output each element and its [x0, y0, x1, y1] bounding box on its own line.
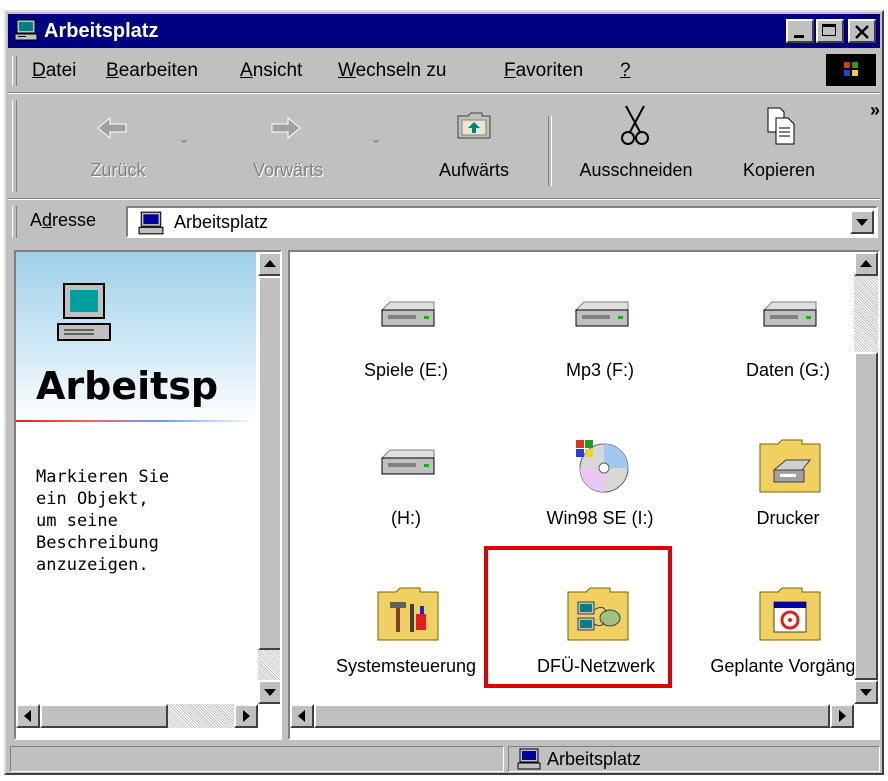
scissors-icon	[621, 105, 649, 145]
minimize-icon	[794, 35, 804, 38]
scroll-left-icon	[24, 710, 31, 722]
printer-folder-icon	[759, 439, 821, 493]
close-icon	[855, 25, 869, 39]
explorer-window: Arbeitsplatz Datei Bearbeiten Ansicht We…	[4, 10, 884, 775]
drive-icon	[380, 449, 435, 475]
separator	[8, 198, 880, 200]
scroll-down-icon	[860, 689, 872, 696]
windows-logo-icon	[826, 54, 876, 86]
address-label: Adresse	[30, 210, 97, 230]
back-button[interactable]: Zurück ⌄	[48, 102, 190, 190]
back-arrow-icon	[97, 116, 127, 140]
drive-icon	[574, 301, 629, 327]
scroll-left-button[interactable]	[16, 704, 40, 728]
scrollbar-thumb[interactable]	[258, 276, 280, 650]
menu-bearbeiten[interactable]: Bearbeiten	[106, 60, 198, 82]
maximize-button[interactable]	[816, 19, 844, 43]
my-computer-icon	[14, 19, 38, 41]
scroll-down-button[interactable]	[854, 680, 878, 704]
right-vertical-scrollbar[interactable]	[854, 252, 878, 704]
minimize-button[interactable]	[786, 19, 814, 43]
left-horizontal-scrollbar[interactable]	[16, 704, 258, 728]
forward-dropdown-icon: ⌄	[370, 130, 382, 146]
scroll-right-icon	[839, 710, 846, 722]
address-field[interactable]: Arbeitsplatz	[126, 206, 878, 238]
toolbar: Zurück ⌄ Vorwärts ⌄ Aufwärts Ausschneide…	[8, 94, 880, 198]
info-pane-title: Arbeitsp	[36, 364, 219, 408]
toolbar-grip[interactable]	[12, 100, 17, 192]
status-panel-main	[10, 746, 504, 772]
control-panel-folder-icon	[377, 587, 439, 641]
menu-bar: Datei Bearbeiten Ansicht Wechseln zu Fav…	[8, 52, 880, 90]
scroll-down-icon	[264, 689, 276, 696]
close-button[interactable]	[848, 19, 876, 43]
scroll-right-icon	[243, 710, 250, 722]
title-bar[interactable]: Arbeitsplatz	[8, 14, 880, 48]
status-panel-location: Arbeitsplatz	[508, 746, 880, 772]
status-location: Arbeitsplatz	[547, 749, 642, 769]
scroll-up-icon	[264, 260, 276, 267]
info-pane: Arbeitsp Markieren Sie ein Objekt, um se…	[14, 250, 282, 740]
content-area: Arbeitsp Markieren Sie ein Objekt, um se…	[8, 246, 880, 740]
toolbar-separator	[548, 116, 552, 186]
address-value: Arbeitsplatz	[174, 212, 269, 232]
forward-arrow-icon	[271, 116, 301, 140]
menu-help[interactable]: ?	[620, 60, 631, 82]
menubar-grip[interactable]	[12, 56, 17, 86]
scroll-up-button[interactable]	[854, 252, 878, 276]
scroll-left-button[interactable]	[290, 704, 314, 728]
maximize-icon	[822, 24, 836, 36]
chevron-down-icon	[856, 219, 868, 226]
scrollbar-thumb[interactable]	[40, 704, 168, 728]
status-bar: Arbeitsplatz	[8, 744, 880, 772]
address-bar: Adresse Arbeitsplatz	[8, 202, 880, 242]
scroll-right-button[interactable]	[830, 704, 854, 728]
up-button[interactable]: Aufwärts	[418, 102, 530, 190]
info-pane-divider	[16, 420, 256, 422]
file-view: Spiele (E:) Mp3 (F:) Daten (G:) (H:) Win…	[288, 250, 880, 740]
dialup-network-folder-icon	[567, 587, 629, 641]
toolbar-more-chevron[interactable]: »	[870, 100, 880, 121]
scroll-up-icon	[860, 260, 872, 267]
scroll-up-button[interactable]	[258, 252, 280, 276]
scheduled-tasks-folder-icon	[759, 587, 821, 641]
menu-ansicht[interactable]: Ansicht	[240, 60, 302, 82]
folder-up-icon	[457, 112, 491, 139]
cut-button[interactable]: Ausschneiden	[560, 102, 712, 190]
scrollbar-thumb[interactable]	[854, 352, 878, 680]
my-computer-icon	[138, 211, 164, 235]
addressbar-grip[interactable]	[12, 206, 17, 238]
left-vertical-scrollbar[interactable]	[258, 252, 280, 704]
menu-favoriten[interactable]: Favoriten	[504, 60, 583, 82]
menu-wechseln-zu[interactable]: Wechseln zu	[338, 60, 446, 82]
my-computer-large-icon	[57, 283, 111, 341]
drive-icon	[380, 301, 435, 327]
menu-datei[interactable]: Datei	[32, 60, 76, 82]
address-dropdown-button[interactable]	[850, 210, 874, 234]
scroll-right-button[interactable]	[234, 704, 258, 728]
cd-drive-icon	[576, 440, 629, 493]
right-horizontal-scrollbar[interactable]	[290, 704, 854, 728]
window-title: Arbeitsplatz	[44, 20, 159, 42]
copy-button[interactable]: Kopieren	[724, 102, 834, 190]
scroll-down-button[interactable]	[258, 680, 280, 704]
back-dropdown-icon: ⌄	[178, 130, 190, 146]
forward-button[interactable]: Vorwärts ⌄	[218, 102, 382, 190]
drive-icon	[762, 301, 817, 327]
my-computer-icon	[517, 748, 541, 770]
scrollbar-thumb[interactable]	[314, 704, 830, 728]
info-pane-description: Markieren Sie ein Objekt, um seine Besch…	[36, 467, 170, 575]
copy-icon	[767, 107, 795, 145]
scroll-left-icon	[298, 710, 305, 722]
